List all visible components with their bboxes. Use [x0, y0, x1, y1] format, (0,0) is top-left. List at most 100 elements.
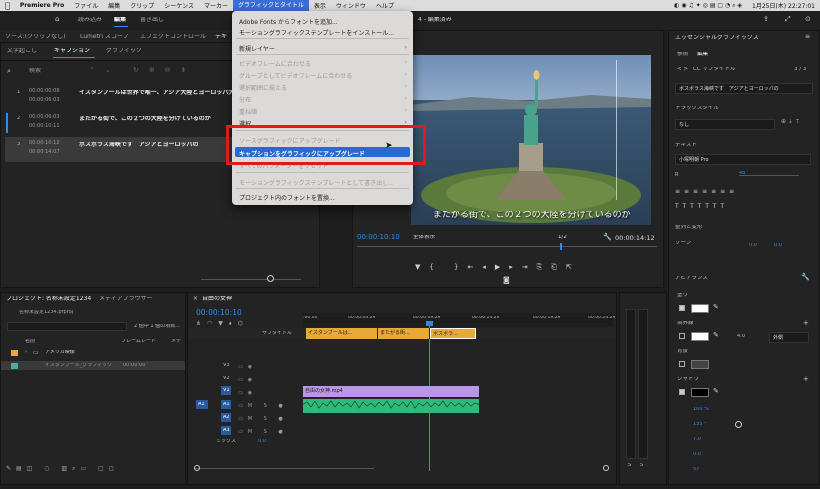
tab-browse[interactable]: 参照	[677, 52, 688, 58]
timeline-timecode[interactable]: 00:00:10:10	[196, 309, 242, 317]
tab-edit[interactable]: 編集	[114, 17, 126, 23]
tab-media-browser[interactable]: メディアブラウザー	[99, 296, 153, 302]
search-input[interactable]: 検索	[29, 68, 41, 74]
caption-clip[interactable]: イスタンブールは...	[306, 328, 377, 339]
pos-y[interactable]: 0.0	[774, 243, 782, 248]
font-size[interactable]: 48	[739, 171, 745, 176]
menu-view[interactable]: 表示	[309, 1, 331, 10]
fill-swatch[interactable]	[691, 304, 709, 313]
tab-edit-eg[interactable]: 編集	[697, 52, 708, 58]
apple-icon[interactable]: 	[0, 1, 15, 10]
mix-value[interactable]: 0.0	[258, 439, 266, 444]
zoom-slider[interactable]	[201, 279, 301, 280]
tab-captions[interactable]: キャプション	[54, 48, 90, 54]
timeline-tab[interactable]: 自由の女神	[202, 296, 232, 302]
eyedropper-icon[interactable]: ✎	[713, 331, 719, 339]
stroke-width[interactable]: 4.0	[737, 334, 745, 339]
menu-graphics-titles[interactable]: グラフィックとタイトル	[232, 0, 309, 11]
quality-select[interactable]: 1/2	[558, 235, 567, 241]
menu-item-replace-fonts[interactable]: プロジェクト内のフォントを置換...	[239, 193, 335, 202]
add-icon[interactable]: +	[803, 375, 809, 383]
scroll-handle[interactable]	[603, 465, 609, 471]
track-v1[interactable]: V1	[223, 388, 230, 393]
project-search[interactable]	[7, 322, 127, 331]
caption-clip-selected[interactable]: ボスボラ...	[430, 328, 476, 339]
caption-clip[interactable]: またがる街...	[378, 328, 429, 339]
scroll-handle[interactable]	[194, 465, 200, 471]
fullscreen-icon[interactable]: ⤢	[785, 15, 791, 24]
track-v3[interactable]: V3	[223, 363, 230, 368]
menu-help[interactable]: ヘルプ	[371, 1, 399, 10]
program-timecode[interactable]: 00:00:10:10	[357, 234, 400, 241]
video-clip[interactable]: 自由の女神.mp4	[303, 386, 479, 397]
tab-import[interactable]: 読み込み	[78, 17, 102, 23]
caption-toolbar-icons[interactable]: ⌃⌄ ↻⊕⊖⇟	[89, 66, 196, 74]
source-a1[interactable]: A1	[198, 402, 205, 407]
menu-clip[interactable]: クリップ	[125, 1, 159, 10]
tab-source[interactable]: ソース:(クリップなし)	[5, 34, 65, 40]
track-v2[interactable]: V2	[223, 376, 230, 381]
menu-item-add-adobe-fonts[interactable]: Adobe Fonts からフォントを追加...	[239, 17, 338, 26]
menu-window[interactable]: ウィンドウ	[331, 1, 371, 10]
angle-dial[interactable]	[735, 421, 742, 428]
transport-controls[interactable]: ▼{ }⇤◂▶▸⇥⎘⎗⇱	[415, 263, 581, 272]
folder-arrow-icon[interactable]: ›	[25, 350, 27, 355]
camera-icon[interactable]: ◙	[503, 276, 510, 284]
menu-item-new-layer[interactable]: 新規レイヤー	[239, 44, 275, 53]
stroke-type-select[interactable]: 外側	[769, 332, 809, 343]
panel-menu-icon[interactable]: ≡	[805, 34, 810, 40]
menu-item-install-mogrt[interactable]: モーショングラフィックステンプレートをインストール...	[239, 28, 394, 37]
wrench-icon[interactable]: 🔧	[603, 233, 612, 241]
timeline-scrollbar[interactable]	[194, 468, 374, 469]
track-toggle-icons[interactable]: ▭◉ ▭◉ ▭◉ ▭M S ● ▭M S ● ▭M S ●	[238, 361, 288, 439]
shadow-opacity[interactable]: 100 %	[693, 407, 709, 412]
wrench-icon[interactable]: 🔧	[801, 273, 810, 281]
text-align-icons[interactable]: ≡≡≡≡≡≡≡	[675, 188, 738, 195]
tab-lumetri[interactable]: Lumetri スコープ	[80, 34, 129, 40]
menu-edit[interactable]: 編集	[103, 1, 125, 10]
shadow-blur[interactable]: 57	[693, 467, 699, 472]
fill-checkbox[interactable]	[679, 305, 685, 311]
menu-file[interactable]: ファイル	[69, 1, 103, 10]
menu-marker[interactable]: マーカー	[199, 1, 233, 10]
home-icon[interactable]: ⌂	[55, 15, 59, 23]
tab-project[interactable]: プロジェクト: 名称未設定1234	[6, 296, 91, 302]
nav-arrows[interactable]: < >	[677, 67, 688, 73]
folder-name[interactable]: アメリカ映像	[45, 350, 75, 355]
pos-x[interactable]: 0.0	[749, 243, 757, 248]
track-a3[interactable]: A3	[223, 428, 230, 433]
font-select[interactable]: 小塚明朝 Pro	[675, 154, 811, 165]
stroke-swatch[interactable]	[691, 332, 709, 341]
font-style-select[interactable]: R	[675, 172, 735, 178]
shadow-distance[interactable]: 7.0	[693, 437, 701, 442]
tab-export[interactable]: 書き出し	[140, 17, 164, 23]
shadow-checkbox[interactable]	[679, 389, 685, 395]
project-footer-icons[interactable]: ✎▤◫ ○ ▥⌕▭ ▢◻	[6, 465, 119, 473]
quick-export-icon[interactable]: ⇪	[763, 15, 769, 23]
font-size-slider[interactable]	[739, 175, 799, 176]
shadow-swatch[interactable]	[691, 388, 709, 397]
fit-select[interactable]: 全体表示	[413, 235, 435, 241]
zoom-slider-handle[interactable]	[267, 275, 274, 282]
notifications-icon[interactable]: ⊙	[805, 15, 811, 23]
caption-text-field[interactable]: ボスボラス海峡です アジアとヨーロッパの	[675, 83, 813, 94]
menu-sequence[interactable]: シーケンス	[159, 1, 199, 10]
tab-effect-controls[interactable]: エフェクトコントロール	[140, 34, 206, 40]
background-swatch[interactable]	[691, 360, 709, 369]
tab-transcript[interactable]: 文字起こし	[7, 48, 37, 54]
background-checkbox[interactable]	[679, 361, 685, 367]
playhead-handle[interactable]	[426, 321, 433, 326]
text-style-icons[interactable]: TTTTTTT	[675, 203, 728, 210]
track-a2[interactable]: A2	[223, 415, 230, 420]
tab-text[interactable]: テキ	[215, 34, 227, 40]
tab-graphics[interactable]: グラフィック	[106, 48, 142, 54]
track-style-icons[interactable]: ⊕ ⇣ ⇡	[781, 119, 800, 125]
timeline-tools[interactable]: ⋔◠▼⬧⌬	[196, 320, 249, 328]
stroke-checkbox[interactable]	[679, 333, 685, 339]
shadow-angle[interactable]: 135 °	[693, 422, 707, 427]
track-a1[interactable]: A1	[223, 402, 230, 407]
close-icon[interactable]: ×	[193, 296, 198, 302]
track-style-select[interactable]: なし	[675, 119, 775, 130]
menu-app[interactable]: Premiere Pro	[15, 2, 69, 9]
shadow-size[interactable]: 0.0	[693, 452, 701, 457]
